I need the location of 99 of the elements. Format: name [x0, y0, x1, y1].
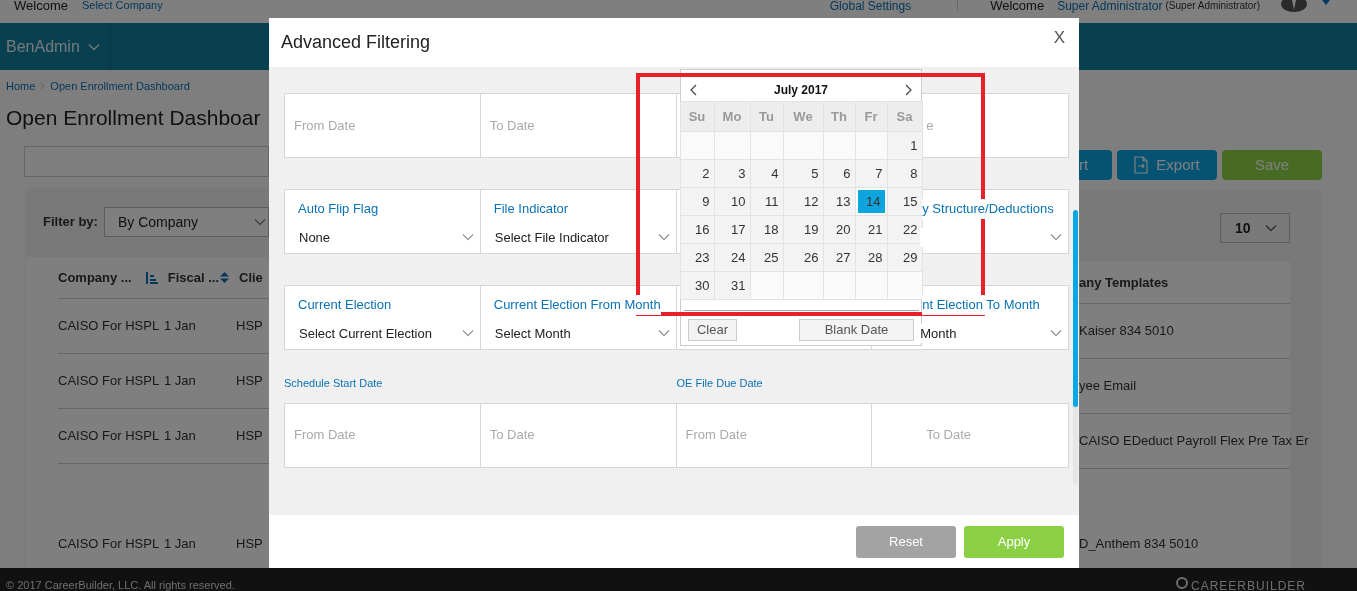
calendar-day[interactable]: 3: [714, 160, 750, 187]
table-cell-text: HSP: [236, 534, 263, 553]
weekday-label: Th: [823, 102, 855, 131]
calendar-day[interactable]: 30: [680, 272, 714, 299]
table-cell-text: HSP: [236, 427, 263, 446]
weekday-label: Sa: [887, 102, 922, 131]
calendar-day[interactable]: 26: [783, 244, 823, 271]
calendar-day[interactable]: 7: [855, 160, 887, 187]
calendar-day[interactable]: 8: [887, 160, 922, 187]
calendar-day[interactable]: 16: [680, 216, 714, 243]
table-cell-text: 1 Jan: [164, 372, 197, 391]
chevron-down-icon: [1050, 233, 1062, 242]
copyright-text: © 2017 CareerBuilder, LLC. All rights reserved.: [6, 578, 235, 591]
chevron-down-icon: [1264, 224, 1277, 232]
calendar-day[interactable]: 21: [855, 216, 887, 243]
chevron-left-icon: [690, 83, 697, 96]
welcome-text: Welcome: [990, 0, 1045, 15]
filter-select[interactable]: By Company: [103, 207, 269, 237]
table-cell-text: 1 Jan: [164, 317, 197, 336]
sort-icon: [145, 271, 158, 284]
calendar-day[interactable]: 29: [887, 244, 922, 271]
calendar-day[interactable]: 23: [680, 244, 714, 271]
chevron-down-icon: [87, 42, 100, 51]
calendar-day[interactable]: 24: [714, 244, 750, 271]
weekday-label: Mo: [714, 102, 750, 131]
table-cell-text: CAISO For HSPL: [58, 317, 161, 336]
field-label: Current Election From Month: [493, 295, 661, 315]
calendar-day[interactable]: 6: [823, 160, 855, 187]
dialog-title: Advanced Filtering: [281, 31, 431, 54]
calendar-day[interactable]: 11: [750, 188, 783, 215]
select-value: Month: [920, 323, 957, 343]
sort-icon: [220, 272, 229, 283]
calendar-day[interactable]: 18: [750, 216, 783, 243]
calendar-day[interactable]: 17: [714, 216, 750, 243]
calendar-action-button[interactable]: Clear: [688, 319, 737, 341]
document-arrow-icon: [1134, 156, 1149, 174]
calendar-day[interactable]: 15: [887, 188, 922, 215]
table-cell-text: 1 Jan: [164, 427, 197, 446]
table-cell-text: HSP: [236, 372, 263, 391]
user-role-text: (Super Administrator): [1165, 0, 1260, 13]
table-cell-text: Kaiser 834 5010: [1079, 322, 1174, 341]
next-month-button[interactable]: [905, 83, 912, 96]
calendar-action-button[interactable]: Blank Date: [799, 319, 914, 341]
chevron-right-icon: [40, 82, 46, 91]
scrollbar-thumb[interactable]: [1073, 210, 1078, 407]
welcome-text: Welcome: [14, 0, 68, 15]
calendar-day[interactable]: 5: [783, 160, 823, 187]
calendar-day[interactable]: 10: [714, 188, 750, 215]
table-cell-text: D_Anthem 834 5010: [1079, 534, 1199, 553]
table-cell-text: CAISO For HSPL: [58, 534, 161, 553]
previous-month-button[interactable]: [690, 83, 697, 96]
table-cell-text: 1 Jan: [164, 534, 197, 553]
section-heading: Schedule Start Date: [284, 377, 383, 389]
column-header[interactable]: Company ...: [58, 267, 132, 288]
column-header[interactable]: Fiscal ...: [167, 267, 219, 288]
caret-down-icon: [1322, 0, 1330, 6]
table-cell-text: CAISO For HSPL: [58, 372, 161, 391]
month-title: July 2017: [773, 82, 828, 97]
table-cell-text: HSP: [236, 317, 263, 336]
page-title: Open Enrollment Dashboar: [5, 104, 262, 131]
calendar-day[interactable]: 1: [887, 132, 922, 159]
section-heading: OE File Due Date: [676, 377, 763, 389]
logo-icon: [1175, 577, 1188, 589]
logo-text: CAREERBUILDER: [1190, 578, 1306, 591]
field-label: nt Election To Month: [922, 295, 1040, 315]
calendar-day[interactable]: 28: [855, 244, 887, 271]
page-size-select[interactable]: 10: [1220, 213, 1290, 243]
calendar-day[interactable]: 9: [680, 188, 714, 215]
calendar-day[interactable]: 20: [823, 216, 855, 243]
weekday-label: Fr: [855, 102, 887, 131]
column-header[interactable]: any Templates: [1079, 272, 1169, 293]
weekday-label: We: [783, 102, 823, 131]
chevron-down-icon: [254, 218, 266, 226]
calendar-day[interactable]: 2: [680, 160, 714, 187]
column-header[interactable]: Clie: [239, 267, 263, 288]
table-cell-text: CAISO EDeduct Payroll Flex Pre Tax Er: [1079, 432, 1309, 451]
calendar-day[interactable]: 4: [750, 160, 783, 187]
calendar-day[interactable]: 14: [855, 188, 887, 215]
calendar-day[interactable]: 13: [823, 188, 855, 215]
calendar-day[interactable]: 12: [783, 188, 823, 215]
calendar-day[interactable]: 25: [750, 244, 783, 271]
weekday-label: Su: [680, 102, 714, 131]
table-cell-text: CAISO For HSPL: [58, 427, 161, 446]
chevron-down-icon: [461, 329, 474, 338]
chevron-down-icon: [1050, 329, 1062, 338]
calendar-day[interactable]: 22: [887, 216, 922, 243]
filter-label: Filter by:: [43, 213, 98, 232]
close-button[interactable]: X: [1053, 25, 1065, 51]
calendar-day[interactable]: 31: [714, 272, 750, 299]
calendar-day[interactable]: 27: [823, 244, 855, 271]
field-label: y Structure/Deductions: [922, 199, 1054, 219]
search-field[interactable]: [24, 146, 269, 177]
chevron-down-icon: [657, 329, 670, 338]
chevron-right-icon: [905, 83, 912, 96]
table-cell-text: yee Email: [1079, 377, 1137, 396]
chevron-down-icon: [657, 233, 670, 242]
weekday-label: Tu: [750, 102, 783, 131]
calendar-day[interactable]: 19: [783, 216, 823, 243]
chevron-down-icon: [461, 233, 474, 242]
